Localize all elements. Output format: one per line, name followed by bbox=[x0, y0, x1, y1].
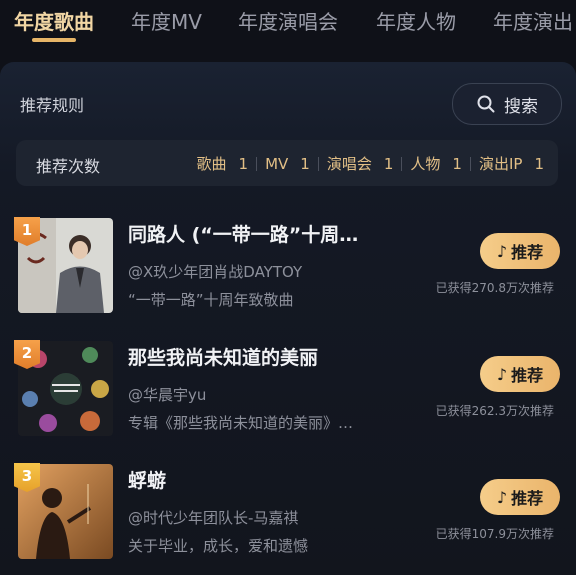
music-note-icon: ♪ bbox=[496, 241, 508, 261]
song-title[interactable]: 蜉蝣 bbox=[128, 466, 166, 493]
song-row[interactable]: 1 同路人 (“一带一路”十周… @X玖少年团肖战DAYTOY “一带一路”十周… bbox=[0, 217, 576, 318]
tab-mv[interactable]: 年度MV bbox=[131, 6, 202, 35]
recommend-button[interactable]: ♪ 推荐 bbox=[480, 356, 560, 392]
song-row[interactable]: 3 蜉蝣 @时代少年团队长-马嘉祺 关于毕业，成长，爱和遗憾 ♪ 推荐 已获得1… bbox=[0, 463, 576, 564]
count-name: 演出IP bbox=[478, 155, 523, 173]
count-item-concert: 演唱会 1 bbox=[327, 153, 394, 174]
search-label: 搜索 bbox=[504, 96, 538, 117]
recommend-button[interactable]: ♪ 推荐 bbox=[480, 233, 560, 269]
rank-badge: 3 bbox=[14, 463, 40, 492]
recommend-count-items: 歌曲 1 MV 1 演唱会 1 人物 1 演出IP 1 bbox=[197, 153, 544, 174]
recommend-label: 推荐 bbox=[511, 366, 544, 385]
song-row[interactable]: 2 那些我尚未知道的美丽 @华晨宇yu 专辑《那些我尚未知道的美丽》… ♪ 推荐… bbox=[0, 340, 576, 441]
active-tab-indicator bbox=[32, 38, 76, 42]
song-artist[interactable]: @时代少年团队长-马嘉祺 bbox=[128, 507, 298, 528]
recommend-label: 推荐 bbox=[511, 489, 544, 508]
recommend-label: 推荐 bbox=[511, 243, 544, 262]
tab-song[interactable]: 年度歌曲 bbox=[14, 6, 94, 35]
count-value: 1 bbox=[238, 154, 249, 173]
divider bbox=[256, 156, 258, 171]
recommend-button[interactable]: ♪ 推荐 bbox=[480, 479, 560, 515]
song-title[interactable]: 同路人 (“一带一路”十周… bbox=[128, 220, 358, 247]
song-artist[interactable]: @X玖少年团肖战DAYTOY bbox=[128, 261, 302, 282]
rank-badge: 2 bbox=[14, 340, 40, 369]
search-button[interactable]: 搜索 bbox=[452, 83, 562, 125]
count-value: 1 bbox=[300, 154, 310, 173]
recommend-rules-link[interactable]: 推荐规则 bbox=[20, 92, 84, 116]
recommend-count-bar: 推荐次数 歌曲 1 MV 1 演唱会 1 人物 1 演出IP 1 bbox=[16, 140, 558, 186]
tab-concert[interactable]: 年度演唱会 bbox=[238, 6, 338, 35]
song-description: “一带一路”十周年致敬曲 bbox=[128, 291, 294, 309]
recommend-stats: 已获得270.8万次推荐 bbox=[435, 281, 554, 295]
count-value: 1 bbox=[383, 154, 394, 173]
song-description: 专辑《那些我尚未知道的美丽》… bbox=[128, 414, 354, 432]
count-item-person: 人物 1 bbox=[410, 153, 462, 174]
count-item-show: 演出IP 1 bbox=[479, 153, 544, 174]
count-name: 演唱会 bbox=[326, 155, 372, 173]
recommend-stats: 已获得107.9万次推荐 bbox=[435, 527, 554, 541]
song-artist[interactable]: @华晨宇yu bbox=[128, 384, 206, 405]
count-name: MV bbox=[265, 154, 289, 173]
divider bbox=[469, 156, 471, 171]
count-name: 歌曲 bbox=[196, 155, 227, 173]
search-icon bbox=[477, 95, 495, 113]
divider bbox=[317, 156, 319, 171]
music-note-icon: ♪ bbox=[496, 487, 508, 507]
count-item-mv: MV 1 bbox=[265, 155, 310, 173]
divider bbox=[401, 156, 403, 171]
tab-show[interactable]: 年度演出 bbox=[493, 6, 573, 35]
rank-badge: 1 bbox=[14, 217, 40, 246]
count-value: 1 bbox=[534, 154, 544, 173]
category-tabs: 年度歌曲 年度MV 年度演唱会 年度人物 年度演出 bbox=[0, 0, 576, 54]
song-title[interactable]: 那些我尚未知道的美丽 bbox=[128, 343, 318, 370]
count-item-song: 歌曲 1 bbox=[197, 153, 249, 174]
song-description: 关于毕业，成长，爱和遗憾 bbox=[128, 537, 309, 555]
count-name: 人物 bbox=[410, 155, 441, 173]
recommend-count-label: 推荐次数 bbox=[36, 157, 101, 176]
tab-person[interactable]: 年度人物 bbox=[376, 6, 456, 35]
count-value: 1 bbox=[452, 154, 462, 173]
recommend-stats: 已获得262.3万次推荐 bbox=[435, 404, 554, 418]
music-note-icon: ♪ bbox=[496, 364, 508, 384]
